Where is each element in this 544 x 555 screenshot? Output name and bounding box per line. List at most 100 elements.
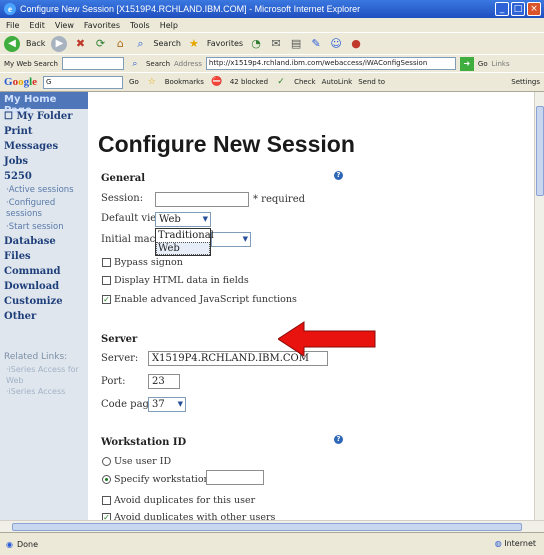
sidebar-subitem-start-session[interactable]: ·Start session	[0, 221, 88, 234]
menu-edit[interactable]: Edit	[29, 21, 45, 30]
workstation-heading: Workstation ID	[101, 437, 187, 448]
related-link-iseries-access[interactable]: ·iSeries Access	[0, 386, 88, 397]
menu-help[interactable]: Help	[160, 21, 178, 30]
mail-icon[interactable]: ✉	[269, 37, 283, 51]
chevron-down-icon: ▼	[177, 400, 183, 408]
vertical-scrollbar[interactable]	[534, 92, 544, 520]
bypass-signon-label: Bypass signon	[114, 257, 183, 268]
specify-id-input[interactable]	[206, 470, 264, 485]
enable-js-checkbox[interactable]: ✓	[102, 295, 111, 304]
security-zone: ◍ Internet	[495, 539, 536, 548]
default-view-select[interactable]: Web ▼	[155, 212, 211, 227]
sidebar-item-label: Start session	[8, 222, 64, 232]
links-label[interactable]: Links	[492, 60, 510, 68]
workstation-help-icon[interactable]: ?	[334, 435, 343, 444]
media-icon[interactable]: ●	[349, 37, 363, 51]
search-icon[interactable]: ⌕	[133, 37, 147, 51]
use-user-id-row: Use user ID	[102, 456, 171, 467]
bypass-signon-checkbox[interactable]	[102, 258, 111, 267]
edit-icon[interactable]: ✎	[309, 37, 323, 51]
my-web-search-input[interactable]	[61, 57, 124, 70]
search-button[interactable]: Search	[153, 39, 180, 48]
port-input[interactable]: 23	[148, 374, 180, 389]
menu-view[interactable]: View	[55, 21, 74, 30]
horizontal-scrollbar[interactable]	[0, 520, 544, 532]
sidebar-item-messages[interactable]: Messages	[0, 139, 88, 154]
sidebar-subitem-active-sessions[interactable]: ·Active sessions	[0, 184, 88, 197]
spellcheck-icon[interactable]: ✓	[274, 75, 288, 89]
check-button[interactable]: Check	[294, 78, 316, 86]
menu-tools[interactable]: Tools	[130, 21, 150, 30]
avoid-user-row: Avoid duplicates for this user	[102, 495, 255, 506]
initial-macro-select[interactable]: ▼	[211, 232, 251, 247]
horizontal-scroll-thumb[interactable]	[12, 523, 522, 531]
history-icon[interactable]: ◔	[249, 37, 263, 51]
go-button[interactable]: Go	[478, 60, 488, 68]
print-icon[interactable]: ▤	[289, 37, 303, 51]
autolink-button[interactable]: AutoLink	[322, 78, 353, 86]
close-icon[interactable]: ×	[527, 2, 541, 16]
sidebar-item-database[interactable]: Database	[0, 234, 88, 249]
sendto-button[interactable]: Send to	[358, 78, 385, 86]
google-search-input[interactable]: G	[43, 75, 124, 89]
favorites-star-icon[interactable]: ★	[187, 37, 201, 51]
menu-favorites[interactable]: Favorites	[84, 21, 120, 30]
menu-file[interactable]: File	[6, 21, 19, 30]
go-arrow-icon[interactable]: ➜	[459, 56, 474, 71]
stop-icon[interactable]: ✖	[73, 37, 87, 51]
use-user-id-radio[interactable]	[102, 457, 111, 466]
home-icon[interactable]: ⌂	[113, 37, 127, 51]
forward-arrow-icon[interactable]: ▶	[51, 35, 68, 52]
messenger-icon[interactable]: ☺	[329, 37, 343, 51]
sidebar-item-my-folder[interactable]: ☐ My Folder	[0, 109, 88, 124]
sidebar-item-label: Configured sessions	[6, 198, 56, 219]
my-web-search-button[interactable]: Search	[146, 60, 170, 68]
codepage-select[interactable]: 37 ▼	[148, 397, 186, 412]
display-html-label: Display HTML data in fields	[114, 275, 249, 286]
zone-label: Internet	[504, 539, 536, 548]
vertical-scroll-thumb[interactable]	[536, 106, 544, 196]
blocked-count[interactable]: 42 blocked	[230, 78, 268, 86]
maximize-icon[interactable]: □	[511, 2, 525, 16]
status-text: Done	[16, 539, 39, 549]
google-go-button[interactable]: Go	[129, 78, 139, 86]
popup-blocker-icon[interactable]: ⛔	[210, 75, 224, 89]
back-button[interactable]: Back	[26, 39, 45, 48]
bookmarks-button[interactable]: Bookmarks	[165, 78, 204, 86]
sidebar-item-customize[interactable]: Customize	[0, 294, 88, 309]
sidebar-nav: My Home Page ☐ My Folder Print Messages …	[0, 92, 88, 520]
dropdown-option-web[interactable]: Web	[156, 242, 210, 255]
dropdown-option-traditional[interactable]: Traditional	[156, 229, 214, 242]
refresh-icon[interactable]: ⟳	[93, 37, 107, 51]
back-arrow-icon[interactable]: ◀	[4, 35, 20, 52]
display-html-checkbox[interactable]	[102, 276, 111, 285]
google-toolbar: Google G Go ☆ Bookmarks ⛔ 42 blocked ✓ C…	[0, 72, 544, 92]
specify-id-radio[interactable]	[102, 475, 111, 484]
sidebar-item-files[interactable]: Files	[0, 249, 88, 264]
sidebar-item-print[interactable]: Print	[0, 124, 88, 139]
address-input[interactable]: http://x1519p4.rchland.ibm.com/webaccess…	[205, 57, 456, 70]
ie-logo-icon: e	[4, 3, 16, 15]
avoid-user-checkbox[interactable]	[102, 496, 111, 505]
minimize-icon[interactable]: _	[495, 2, 509, 16]
server-heading: Server	[101, 334, 138, 345]
bookmark-star-icon[interactable]: ☆	[145, 75, 159, 89]
sidebar-item-command[interactable]: Command	[0, 264, 88, 279]
sidebar-item-5250[interactable]: 5250	[0, 169, 88, 184]
related-link-iseries-web[interactable]: ·iSeries Access for Web	[0, 364, 88, 386]
sidebar-item-home[interactable]: My Home Page	[0, 92, 88, 116]
menubar: File Edit View Favorites Tools Help	[0, 18, 544, 32]
sidebar-item-other[interactable]: Other	[0, 309, 88, 324]
avoid-other-checkbox[interactable]: ✓	[102, 513, 111, 520]
general-help-icon[interactable]: ?	[334, 171, 343, 180]
sidebar-subitem-configured-sessions[interactable]: ·Configured sessions	[0, 197, 88, 221]
search-icon[interactable]: ⌕	[128, 57, 142, 71]
sidebar-item-download[interactable]: Download	[0, 279, 88, 294]
page-viewport: My Home Page ☐ My Folder Print Messages …	[0, 92, 534, 520]
sidebar-item-jobs[interactable]: Jobs	[0, 154, 88, 169]
favorites-button[interactable]: Favorites	[207, 39, 243, 48]
session-input[interactable]	[155, 192, 249, 207]
chevron-down-icon: ▼	[242, 235, 248, 243]
google-settings-button[interactable]: Settings	[511, 78, 544, 86]
required-note: * required	[253, 194, 306, 205]
